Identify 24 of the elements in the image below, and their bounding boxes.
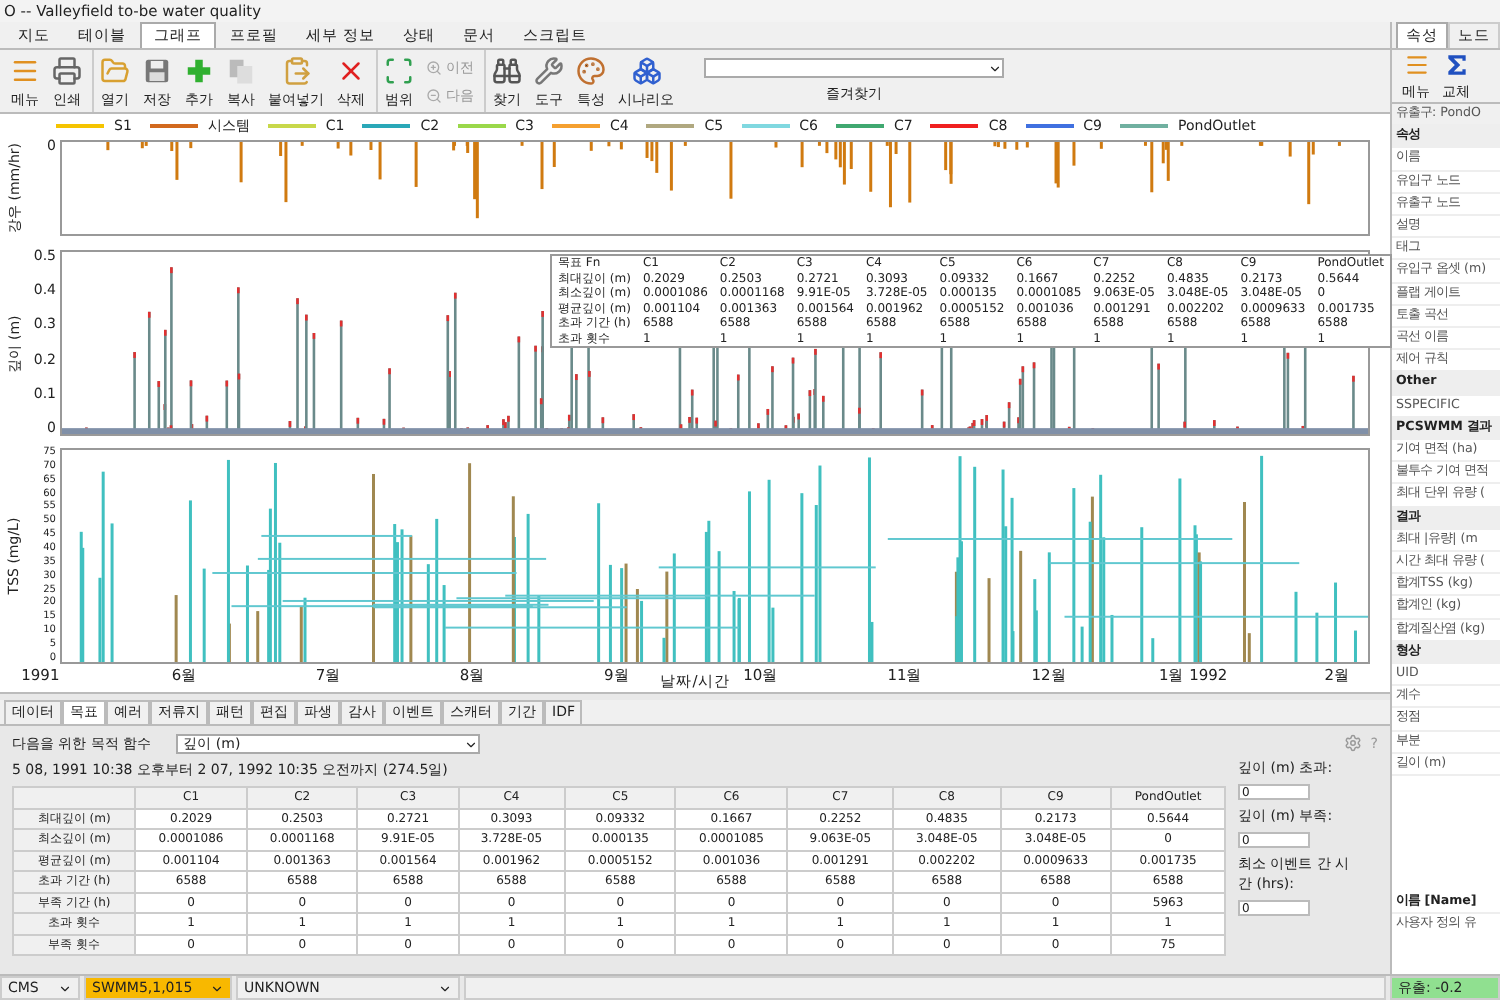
zoom-out-icon — [426, 87, 442, 103]
caret-icon — [58, 981, 72, 995]
plus-icon — [184, 55, 214, 85]
zoom-in-icon — [426, 59, 442, 75]
folder-icon — [100, 55, 130, 85]
binoculars-icon — [492, 55, 522, 85]
caret-icon — [210, 981, 224, 995]
blocks-icon — [631, 55, 661, 85]
caret-icon — [438, 981, 452, 995]
copy-icon — [226, 55, 256, 85]
favorites-dropdown[interactable] — [704, 58, 1004, 78]
table-header — [13, 787, 136, 808]
clipboard-icon — [281, 55, 311, 85]
settings-icon[interactable] — [1344, 734, 1363, 752]
menu-icon — [10, 55, 40, 85]
printer-icon — [52, 55, 82, 85]
palette-icon — [576, 55, 606, 85]
save-icon — [142, 55, 172, 85]
caret-icon — [463, 737, 478, 751]
caret-icon — [988, 61, 1002, 75]
frame-icon — [384, 55, 414, 85]
function-icon — [1443, 52, 1469, 78]
wrench-icon — [534, 55, 564, 85]
menu-icon — [1403, 52, 1429, 78]
